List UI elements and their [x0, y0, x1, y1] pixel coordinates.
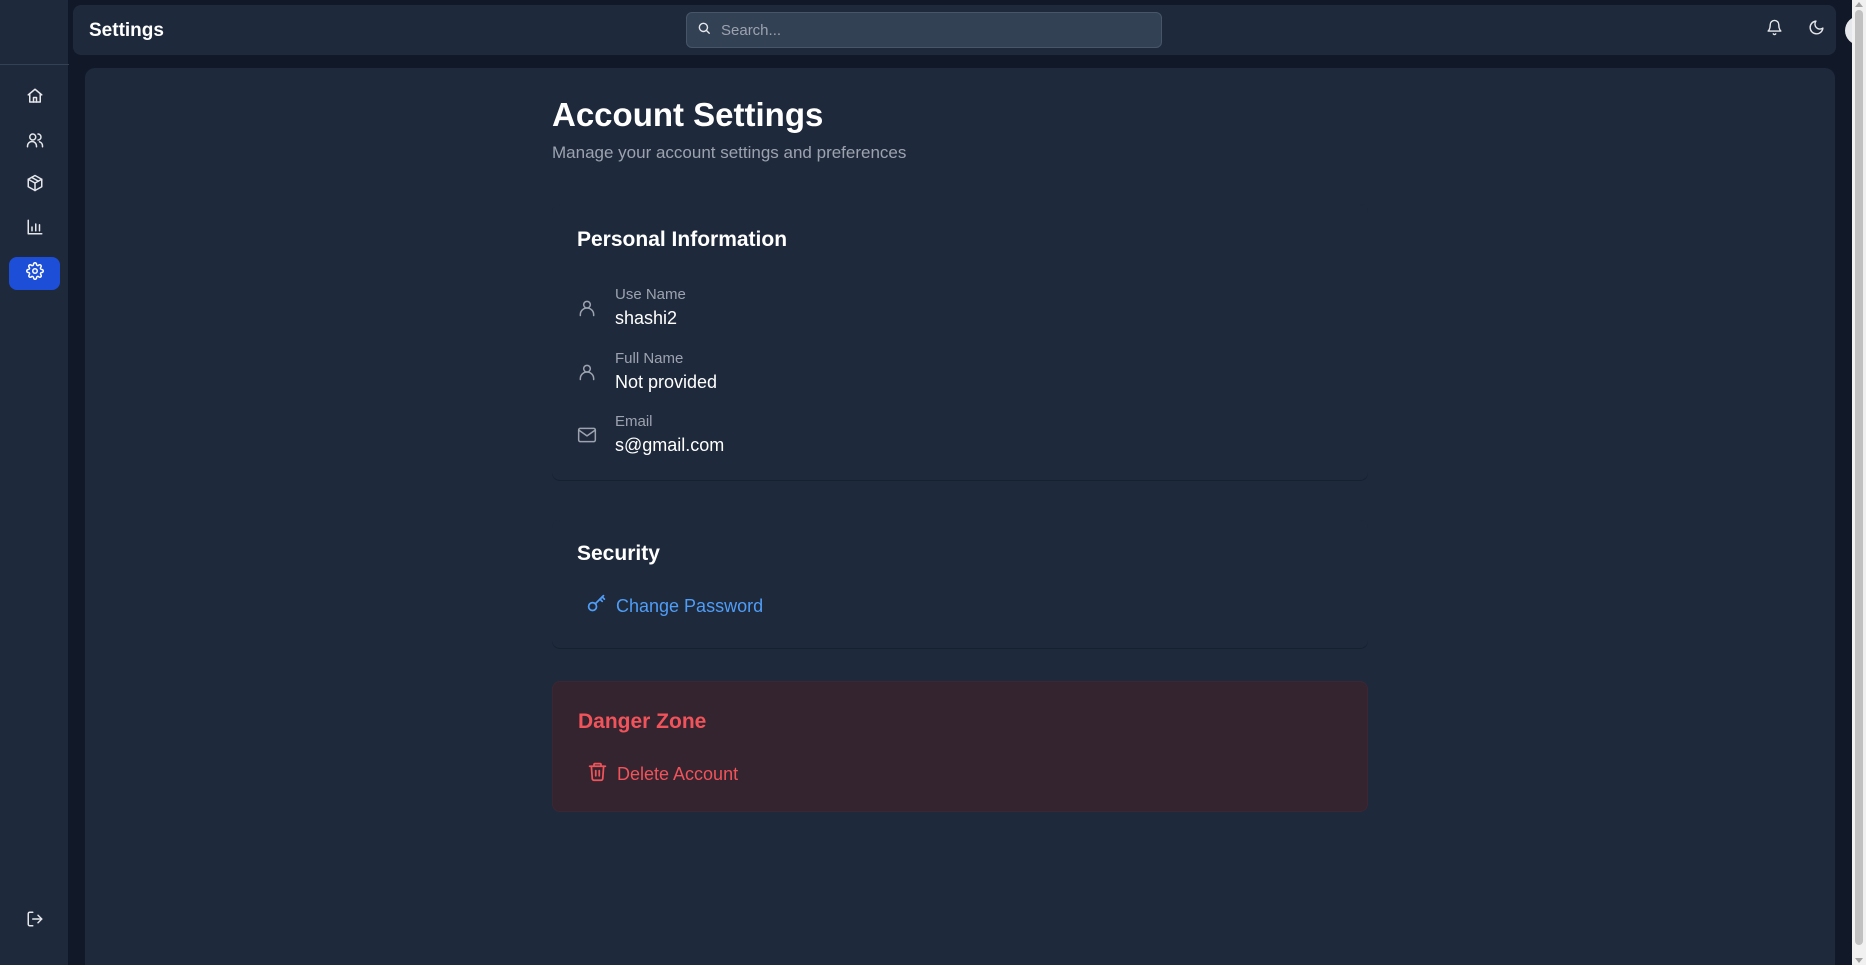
personal-information-card: Personal Information Use Name shashi2 Fu… — [552, 204, 1368, 480]
danger-zone-title: Danger Zone — [578, 710, 707, 733]
username-label: Use Name — [615, 286, 686, 303]
mail-icon — [577, 425, 597, 445]
trash-icon — [587, 761, 608, 787]
topbar-title: Settings — [89, 20, 164, 41]
username-value: shashi2 — [615, 308, 678, 328]
fullname-label: Full Name — [615, 350, 684, 367]
bar-chart-icon — [26, 218, 44, 241]
key-icon — [586, 593, 607, 619]
sidebar-item-users[interactable] — [9, 126, 60, 159]
delete-account-label: Delete Account — [617, 763, 739, 784]
notifications-button[interactable] — [1763, 19, 1785, 41]
fullname-row: Full Name Not provided — [577, 350, 717, 394]
sidebar-divider — [0, 64, 69, 65]
moon-icon — [1808, 19, 1825, 41]
delete-account-button[interactable]: Delete Account — [578, 761, 738, 787]
email-label: Email — [615, 413, 653, 430]
bell-icon — [1766, 19, 1783, 41]
scroll-down-arrow[interactable] — [1855, 958, 1863, 963]
page-scrollbar[interactable] — [1852, 0, 1866, 965]
main-content: Account Settings Manage your account set… — [85, 68, 1835, 965]
logout-button[interactable] — [9, 905, 60, 938]
change-password-label: Change Password — [616, 595, 764, 616]
search-input[interactable] — [721, 21, 1151, 39]
home-icon — [26, 87, 44, 110]
theme-toggle-button[interactable] — [1805, 19, 1827, 41]
topbar: Settings — [73, 5, 1866, 55]
personal-information-title: Personal Information — [577, 228, 788, 251]
search-box[interactable] — [686, 12, 1162, 48]
fullname-value: Not provided — [615, 372, 718, 392]
user-icon — [577, 362, 597, 382]
security-card: Security Change Password — [552, 520, 1368, 648]
sidebar-item-home[interactable] — [9, 82, 60, 115]
email-row: Email s@gmail.com — [577, 413, 724, 457]
logout-icon — [26, 910, 44, 933]
box-icon — [26, 174, 44, 197]
email-value: s@gmail.com — [615, 435, 725, 455]
search-icon — [697, 21, 711, 40]
sidebar-item-settings[interactable] — [9, 257, 60, 290]
scrollbar-thumb[interactable] — [1855, 10, 1863, 945]
user-icon — [577, 298, 597, 318]
users-icon — [26, 131, 44, 154]
danger-zone-card: Danger Zone Delete Account — [552, 681, 1368, 812]
username-row: Use Name shashi2 — [577, 286, 686, 330]
sidebar-item-products[interactable] — [9, 169, 60, 202]
scroll-up-arrow[interactable] — [1855, 2, 1863, 7]
page-subtitle: Manage your account settings and prefere… — [552, 143, 907, 162]
page-title: Account Settings — [552, 96, 824, 133]
sidebar-item-analytics[interactable] — [9, 213, 60, 246]
change-password-button[interactable]: Change Password — [577, 593, 763, 619]
gear-icon — [25, 262, 44, 285]
security-title: Security — [577, 542, 660, 565]
sidebar — [0, 0, 69, 965]
